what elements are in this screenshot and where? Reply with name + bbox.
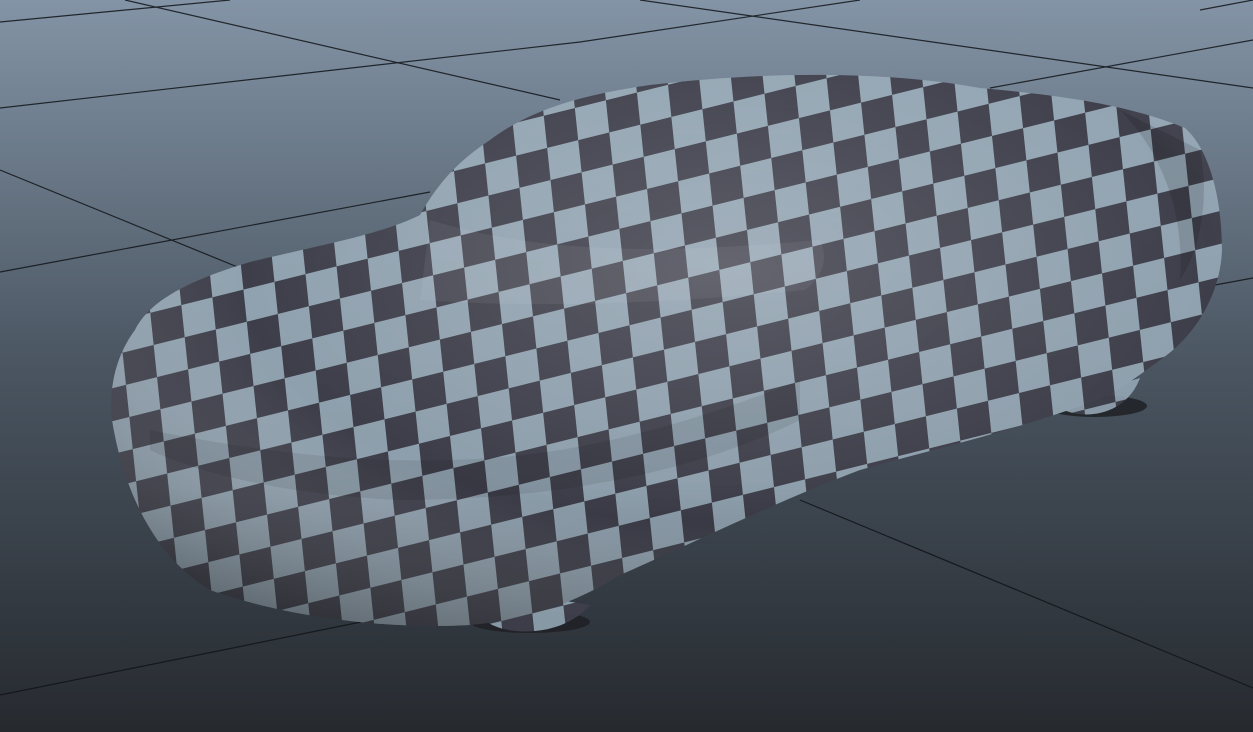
3d-viewport[interactable] bbox=[0, 0, 1253, 732]
viewport-canvas[interactable] bbox=[0, 0, 1253, 732]
